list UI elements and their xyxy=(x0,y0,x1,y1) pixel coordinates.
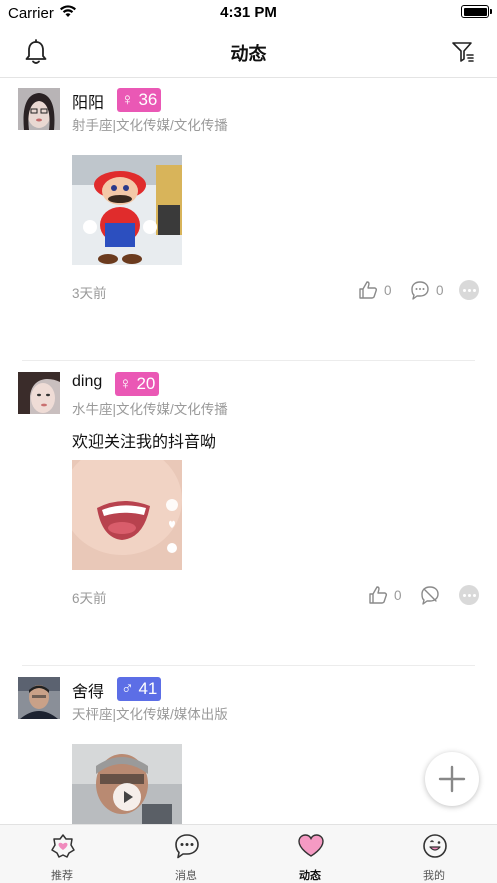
avatar[interactable] xyxy=(18,677,60,719)
nav-bar: 动态 xyxy=(0,26,497,78)
post-time: 6天前 xyxy=(72,591,107,606)
like-button[interactable]: 0 xyxy=(358,279,392,301)
post-item: 阳阳 ♀ 36 射手座|文化传媒/文化传播 3天前 0 0 xyxy=(0,78,497,360)
gender-age-badge: ♀ 36 xyxy=(117,88,162,112)
like-count: 0 xyxy=(384,282,392,298)
tab-label: 推荐 xyxy=(51,870,73,882)
tab-label: 我的 xyxy=(423,870,445,882)
post-text: 欢迎关注我的抖音呦 xyxy=(72,434,217,451)
gender-age-badge: ♂ 41 xyxy=(117,677,162,701)
tab-bar: 推荐 消息 动态 我的 xyxy=(0,824,497,883)
post-time: 3天前 xyxy=(72,286,107,301)
avatar-image xyxy=(18,677,60,719)
comment-button[interactable]: 0 xyxy=(410,279,444,301)
thumbs-up-icon xyxy=(369,586,388,604)
username[interactable]: 舍得 xyxy=(72,678,104,702)
user-meta: 射手座|文化传媒/文化传播 xyxy=(72,118,228,133)
play-icon[interactable] xyxy=(112,782,142,812)
filter-icon[interactable] xyxy=(451,40,475,64)
face-closeup-image xyxy=(72,460,182,570)
smiley-face-icon xyxy=(423,834,447,858)
feed-list[interactable]: 阳阳 ♀ 36 射手座|文化传媒/文化传播 3天前 0 0 ding ♀ 20 … xyxy=(0,78,497,824)
post-video-thumbnail[interactable] xyxy=(72,744,182,824)
status-bar: Carrier 4:31 PM xyxy=(0,0,497,26)
page-title: 动态 xyxy=(230,44,267,64)
avatar-image xyxy=(18,88,60,130)
comment-count: 0 xyxy=(436,282,444,298)
tab-messages[interactable]: 消息 xyxy=(124,825,248,883)
recommend-heart-icon xyxy=(51,834,75,858)
avatar[interactable] xyxy=(18,372,60,414)
username[interactable]: 阳阳 xyxy=(72,89,104,113)
more-options-button[interactable] xyxy=(459,585,479,605)
tab-moments[interactable]: 动态 xyxy=(248,825,372,883)
plus-icon xyxy=(438,765,466,793)
post-divider xyxy=(22,360,475,361)
post-image[interactable] xyxy=(72,155,182,265)
tab-label: 消息 xyxy=(175,870,197,882)
mario-figure-image xyxy=(72,155,182,265)
username[interactable]: ding xyxy=(72,373,102,391)
post-image[interactable] xyxy=(72,460,182,570)
like-button[interactable]: 0 xyxy=(368,584,402,606)
like-count: 0 xyxy=(394,587,402,603)
status-time: 4:31 PM xyxy=(220,4,277,21)
tab-me[interactable]: 我的 xyxy=(372,825,496,883)
battery-icon xyxy=(461,5,492,18)
gender-age-badge: ♀ 20 xyxy=(115,372,160,396)
add-post-button[interactable] xyxy=(425,752,479,806)
avatar-image xyxy=(18,372,60,414)
comment-disabled-button[interactable] xyxy=(420,584,440,606)
avatar[interactable] xyxy=(18,88,60,130)
more-options-button[interactable] xyxy=(459,280,479,300)
chat-bubble-icon xyxy=(175,834,199,859)
comment-disabled-icon xyxy=(421,586,439,605)
post-item: 舍得 ♂ 41 天枰座|文化传媒/媒体出版 xyxy=(0,667,497,824)
tab-label: 动态 xyxy=(299,870,321,882)
user-meta: 水牛座|文化传媒/文化传播 xyxy=(72,402,228,417)
user-meta: 天枰座|文化传媒/媒体出版 xyxy=(72,707,228,722)
comment-bubble-icon xyxy=(411,281,429,300)
tab-recommend[interactable]: 推荐 xyxy=(0,825,124,883)
thumbs-up-icon xyxy=(359,281,378,299)
post-item: ding ♀ 20 水牛座|文化传媒/文化传播 欢迎关注我的抖音呦 6天前 0 xyxy=(0,362,497,664)
heart-active-icon xyxy=(298,834,324,857)
post-divider xyxy=(22,665,475,666)
